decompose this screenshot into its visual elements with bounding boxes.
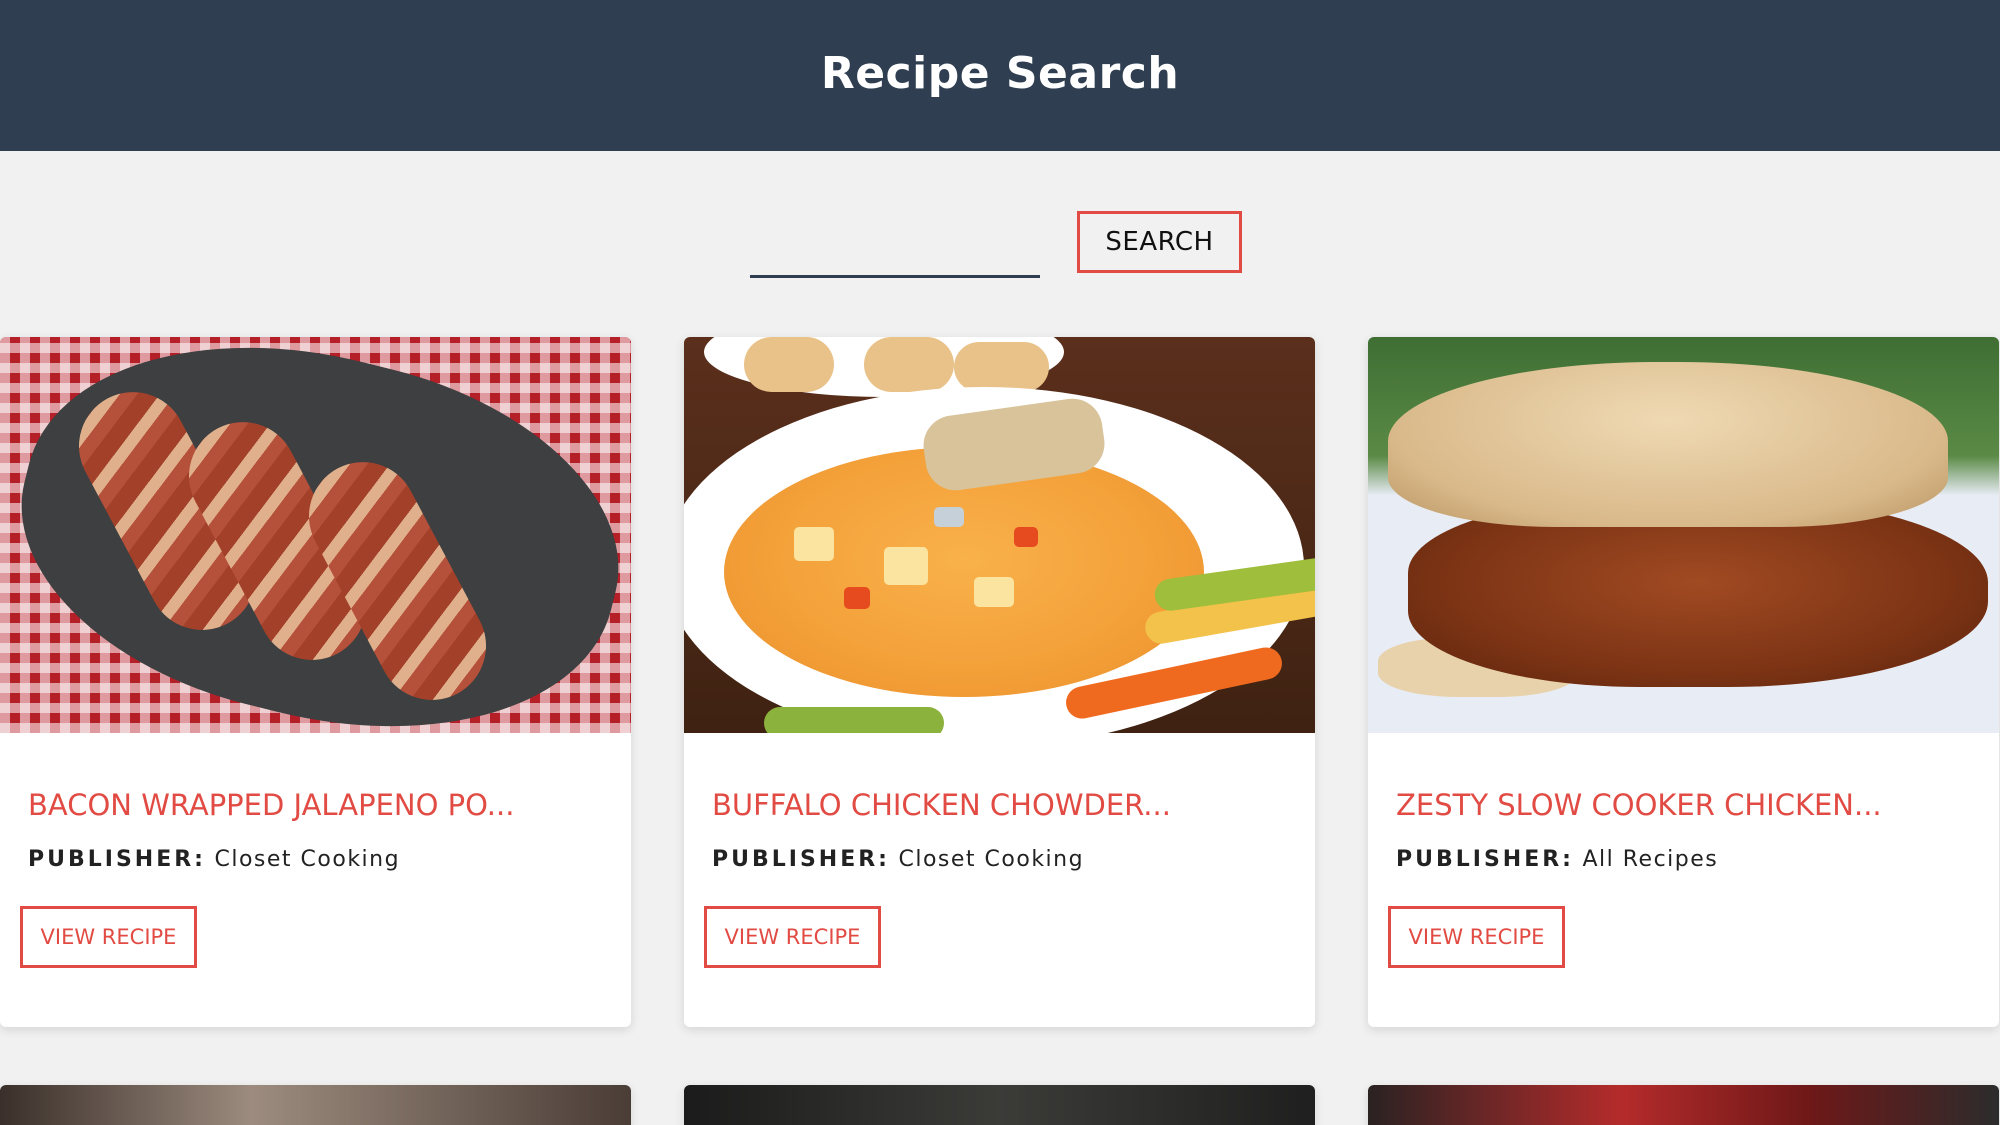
recipe-publisher: PUBLISHER: All Recipes xyxy=(1396,847,1718,872)
publisher-name: Closet Cooking xyxy=(214,847,401,872)
view-recipe-button[interactable]: VIEW RECIPE xyxy=(20,906,197,968)
recipe-image xyxy=(684,1085,1315,1125)
recipe-image xyxy=(0,337,631,733)
recipe-card: BACON WRAPPED JALAPENO PO... PUBLISHER: … xyxy=(0,337,631,1027)
recipe-image xyxy=(1368,337,1999,733)
recipe-card xyxy=(1368,1085,1999,1125)
recipe-publisher: PUBLISHER: Closet Cooking xyxy=(28,847,400,872)
recipe-image xyxy=(684,337,1315,733)
publisher-label: PUBLISHER: xyxy=(712,847,890,872)
publisher-label: PUBLISHER: xyxy=(28,847,206,872)
app-header: Recipe Search xyxy=(0,0,2000,151)
view-recipe-button[interactable]: VIEW RECIPE xyxy=(704,906,881,968)
recipe-image xyxy=(0,1085,631,1125)
recipe-publisher: PUBLISHER: Closet Cooking xyxy=(712,847,1084,872)
recipe-card xyxy=(0,1085,631,1125)
view-recipe-button[interactable]: VIEW RECIPE xyxy=(1388,906,1565,968)
recipe-image xyxy=(1368,1085,1999,1125)
search-input[interactable] xyxy=(750,230,1040,278)
recipe-title: ZESTY SLOW COOKER CHICKEN... xyxy=(1396,788,1882,822)
search-button[interactable]: SEARCH xyxy=(1077,211,1242,273)
recipe-card xyxy=(684,1085,1315,1125)
recipe-title: BUFFALO CHICKEN CHOWDER... xyxy=(712,788,1171,822)
recipe-title: BACON WRAPPED JALAPENO PO... xyxy=(28,788,515,822)
publisher-name: All Recipes xyxy=(1582,847,1719,872)
recipe-card: ZESTY SLOW COOKER CHICKEN... PUBLISHER: … xyxy=(1368,337,1999,1027)
publisher-label: PUBLISHER: xyxy=(1396,847,1574,872)
publisher-name: Closet Cooking xyxy=(898,847,1085,872)
page-title: Recipe Search xyxy=(820,48,1180,99)
recipe-card: BUFFALO CHICKEN CHOWDER... PUBLISHER: Cl… xyxy=(684,337,1315,1027)
